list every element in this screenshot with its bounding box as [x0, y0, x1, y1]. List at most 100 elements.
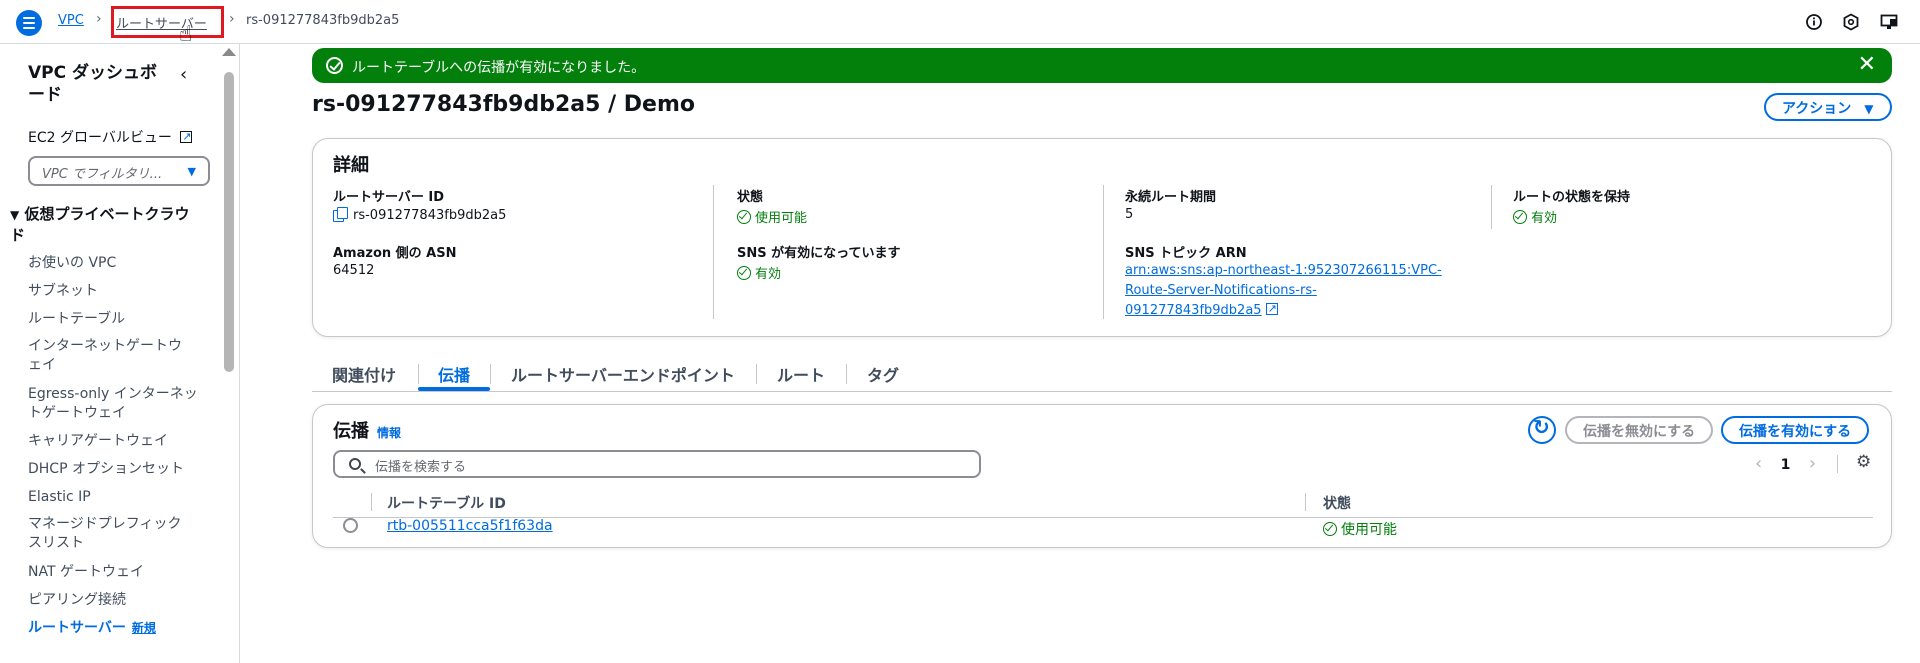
success-check-icon	[326, 57, 343, 74]
disable-propagation-button[interactable]: 伝播を無効にする	[1565, 416, 1714, 444]
breadcrumb-vpc[interactable]: VPC	[58, 13, 84, 28]
settings-icon[interactable]	[1880, 13, 1898, 31]
sidebar-item-your-vpcs[interactable]: お使いの VPC	[28, 254, 193, 273]
gear-icon[interactable]: ⚙	[1856, 452, 1871, 472]
row-state-value: 使用可能	[1323, 519, 1397, 539]
sns-arn-line-2: Route-Server-Notifications-rs-	[1125, 283, 1317, 298]
sidebar-global-view[interactable]: EC2 グローバルビュー	[28, 127, 193, 148]
breadcrumb-separator-icon: ›	[229, 11, 235, 27]
sns-enabled-value: 有効	[737, 263, 781, 282]
tab-tags[interactable]: タグ	[867, 362, 899, 386]
column-separator	[1305, 493, 1306, 511]
sidebar-title[interactable]: VPC ダッシュボード	[28, 62, 163, 106]
column-header-route-table-id[interactable]: ルートテーブル ID	[387, 493, 506, 513]
column-header-state[interactable]: 状態	[1323, 493, 1351, 513]
active-tab-indicator	[418, 387, 490, 391]
sidebar-item-egress-only-gateways[interactable]: Egress-only インターネットゲートウェイ	[28, 385, 198, 423]
persist-routes-value: 5	[1125, 207, 1134, 222]
close-icon[interactable]: ✕	[1858, 52, 1876, 77]
highlight-box	[111, 6, 224, 38]
tab-propagations[interactable]: 伝播	[438, 362, 470, 386]
breadcrumb-current: rs-091277843fb9db2a5	[246, 13, 400, 28]
top-navigation-bar: VPC › ルートサーバー › rs-091277843fb9db2a5 ☝	[0, 0, 1920, 47]
sidebar-item-nat-gateways[interactable]: NAT ゲートウェイ	[28, 563, 193, 582]
scroll-up-icon[interactable]	[222, 48, 236, 56]
collapse-icon[interactable]: ‹	[180, 64, 187, 85]
vpc-filter-select[interactable]: VPC でフィルタリ... ▼	[28, 156, 210, 186]
sidebar-item-dhcp-option-sets[interactable]: DHCP オプションセット	[28, 460, 193, 479]
sidebar-item-subnets[interactable]: サブネット	[28, 282, 193, 301]
sidebar: VPC ダッシュボード ‹ EC2 グローバルビュー VPC でフィルタリ...…	[0, 44, 240, 663]
info-icon[interactable]	[1805, 13, 1823, 31]
row-radio-button[interactable]	[343, 518, 358, 533]
actions-button[interactable]: アクション ▼	[1764, 93, 1892, 121]
success-check-icon	[737, 210, 751, 224]
chevron-left-icon[interactable]: ‹	[1755, 453, 1762, 474]
tab-separator	[490, 364, 491, 384]
row-state-text: 使用可能	[1341, 522, 1397, 538]
success-flash-bar: ルートテーブルへの伝播が有効になりました。 ✕	[312, 48, 1892, 83]
asn-label: Amazon 側の ASN	[333, 246, 457, 261]
tab-associations[interactable]: 関連付け	[332, 362, 396, 386]
column-divider	[1103, 185, 1104, 319]
persist-routes-label: 永続ルート期間	[1125, 190, 1217, 205]
tab-route-server-endpoints[interactable]: ルートサーバーエンドポイント	[511, 362, 735, 386]
caret-down-icon: ▼	[10, 208, 20, 222]
new-badge: 新規	[131, 621, 156, 635]
sidebar-section-vpc[interactable]: ▼ 仮想プライベートクラウド	[10, 204, 195, 245]
propagation-title: 伝播 情報	[333, 417, 401, 443]
state-value-text: 使用可能	[755, 211, 808, 226]
column-divider	[713, 185, 714, 319]
sidebar-item-route-servers[interactable]: ルートサーバー 新規	[28, 619, 193, 638]
flash-message: ルートテーブルへの伝播が有効になりました。	[352, 60, 646, 76]
caret-down-icon: ▼	[1864, 102, 1874, 116]
route-server-id-text: rs-091277843fb9db2a5	[353, 208, 507, 223]
sidebar-item-peering-connections[interactable]: ピアリング接続	[28, 591, 193, 610]
info-link[interactable]: 情報	[377, 426, 401, 440]
asn-value: 64512	[333, 263, 375, 278]
sidebar-item-managed-prefix-lists[interactable]: マネージドプレフィックスリスト	[28, 515, 188, 553]
propagation-title-text: 伝播	[333, 421, 369, 442]
enable-propagation-button[interactable]: 伝播を有効にする	[1721, 416, 1870, 444]
keep-state-value: 有効	[1513, 207, 1557, 226]
sidebar-scrollbar[interactable]	[224, 72, 234, 372]
pagination: ‹ 1 ›	[1755, 453, 1816, 474]
external-link-icon	[180, 127, 193, 146]
route-server-id-value: rs-091277843fb9db2a5	[333, 207, 506, 223]
chevron-right-icon[interactable]: ›	[1809, 453, 1816, 474]
sidebar-item-route-tables[interactable]: ルートテーブル	[28, 310, 193, 329]
details-title: 詳細	[333, 155, 369, 176]
actions-button-label: アクション	[1782, 101, 1852, 117]
tab-separator	[846, 364, 847, 384]
copy-icon[interactable]	[333, 207, 348, 222]
pager-separator	[1837, 455, 1838, 473]
tab-routes[interactable]: ルート	[777, 362, 825, 386]
tab-baseline	[312, 391, 1892, 392]
route-table-id-link[interactable]: rtb-005511cca5f1f63da	[387, 518, 553, 534]
hamburger-icon[interactable]	[16, 10, 42, 36]
success-check-icon	[1513, 210, 1527, 224]
success-check-icon	[737, 266, 751, 280]
search-icon	[349, 458, 361, 470]
sidebar-item-carrier-gateways[interactable]: キャリアゲートウェイ	[28, 432, 193, 451]
sns-topic-arn-link[interactable]: arn:aws:sns:ap-northeast-1:952307266115:…	[1125, 261, 1445, 321]
refresh-icon[interactable]	[1528, 415, 1556, 444]
propagation-search-input[interactable]: 伝播を検索する	[333, 450, 981, 478]
keep-state-value-text: 有効	[1531, 211, 1558, 226]
tab-separator	[418, 364, 419, 384]
hand-cursor-icon: ☝	[179, 22, 193, 47]
page-number[interactable]: 1	[1781, 457, 1791, 473]
sns-enabled-label: SNS が有効になっています	[737, 246, 901, 261]
details-card: 詳細 ルートサーバー ID rs-091277843fb9db2a5 状態 使用…	[312, 138, 1892, 337]
sidebar-item-elastic-ip[interactable]: Elastic IP	[28, 488, 193, 507]
notifications-icon[interactable]	[1842, 13, 1860, 31]
external-link-icon	[1265, 299, 1278, 319]
sns-arn-line-3: 091277843fb9db2a5	[1125, 303, 1262, 318]
breadcrumb-separator-icon: ›	[96, 11, 102, 27]
search-placeholder: 伝播を検索する	[375, 460, 467, 475]
sidebar-item-internet-gateways[interactable]: インターネットゲートウェイ	[28, 337, 188, 375]
caret-down-icon: ▼	[187, 165, 196, 178]
column-separator	[371, 493, 372, 511]
sns-enabled-value-text: 有効	[755, 267, 782, 282]
header-divider	[333, 517, 1873, 518]
